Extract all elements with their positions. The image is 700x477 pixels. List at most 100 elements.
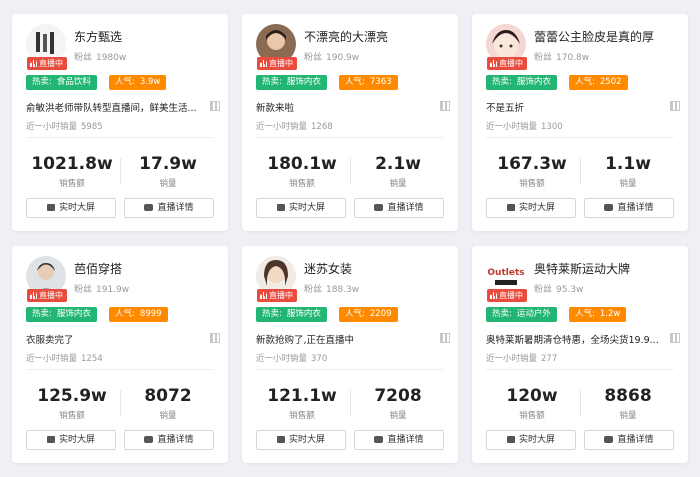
streamer-card[interactable]: 直播中 迷苏女装 粉丝 188.3w 热卖: 服饰内衣 人气: 2209 新款抢购了,… (242, 246, 458, 463)
sales-amount-label: 销售额 (289, 411, 315, 421)
fans-count: 粉丝 95.3w (534, 282, 583, 295)
qr-code-icon[interactable] (670, 333, 680, 343)
sales-volume-value: 2.1w (375, 154, 421, 174)
hot-label: 热卖: (492, 309, 512, 319)
popularity-label: 人气: (115, 309, 135, 319)
popularity-label: 人气: (345, 309, 365, 319)
hot-category-tag: 热卖: 服饰内衣 (256, 307, 327, 322)
streamer-name[interactable]: 奥特莱斯运动大牌 (534, 260, 630, 277)
monitor-icon (46, 204, 55, 211)
live-label: 直播中 (269, 291, 293, 300)
hot-category: 服饰内衣 (516, 77, 551, 87)
hour-sales: 近一小时销量 1254 (26, 352, 103, 364)
live-detail-button[interactable]: 直播详情 (124, 198, 214, 218)
streamer-name[interactable]: 芭佰穿搭 (74, 260, 122, 277)
live-description: 衣服卖完了 (26, 335, 74, 346)
hour-sales-label: 近一小时销量 (26, 122, 78, 132)
divider (26, 137, 214, 138)
popularity-label: 人气: (115, 77, 135, 87)
sales-volume-value: 17.9w (139, 154, 197, 174)
fans-value: 95.3w (556, 285, 584, 295)
hot-category-tag: 热卖: 食品饮料 (26, 75, 97, 90)
streamer-card[interactable]: 直播中 蕾蕾公主脸皮是真的厚 粉丝 170.8w 热卖: 服饰内衣 人气: 2502 … (472, 14, 688, 231)
live-detail-label: 直播详情 (387, 203, 424, 213)
video-icon (374, 436, 384, 443)
live-detail-button[interactable]: 直播详情 (584, 198, 674, 218)
hot-category: 服饰内衣 (56, 309, 91, 319)
monitor-icon (276, 204, 285, 211)
sales-amount-value: 120w (506, 386, 558, 406)
popularity-label: 人气: (575, 77, 595, 87)
sales-amount-stat: 125.9w 销售额 (26, 386, 118, 421)
video-icon (374, 204, 384, 211)
popularity-value: 8999 (139, 309, 162, 319)
popularity-value: 7363 (369, 77, 392, 87)
live-label: 直播中 (499, 59, 523, 68)
realtime-screen-button[interactable]: 实时大屏 (256, 198, 346, 218)
sales-amount-label: 销售额 (519, 179, 545, 189)
popularity-label: 人气: (345, 77, 365, 87)
live-badge: 直播中 (257, 57, 297, 70)
realtime-screen-button[interactable]: 实时大屏 (486, 430, 576, 450)
live-detail-button[interactable]: 直播详情 (584, 430, 674, 450)
fans-label: 粉丝 (74, 285, 93, 295)
sales-amount-label: 销售额 (519, 411, 545, 421)
sales-volume-label: 销量 (159, 179, 177, 189)
sales-amount-stat: 121.1w 销售额 (256, 386, 348, 421)
sales-amount-value: 125.9w (37, 386, 107, 406)
qr-code-icon[interactable] (440, 101, 450, 111)
live-detail-button[interactable]: 直播详情 (124, 430, 214, 450)
popularity-value: 3.9w (139, 77, 161, 87)
monitor-icon (276, 436, 285, 443)
hot-category-tag: 热卖: 服饰内衣 (486, 75, 557, 90)
hot-category: 服饰内衣 (286, 77, 321, 87)
streamer-name[interactable]: 蕾蕾公主脸皮是真的厚 (534, 28, 654, 45)
live-detail-button[interactable]: 直播详情 (354, 198, 444, 218)
qr-code-icon[interactable] (210, 333, 220, 343)
streamer-name[interactable]: 不漂亮的大漂亮 (304, 28, 388, 45)
sales-amount-value: 180.1w (267, 154, 337, 174)
realtime-screen-button[interactable]: 实时大屏 (26, 430, 116, 450)
popularity-tag: 人气: 2502 (569, 75, 628, 90)
fans-value: 170.8w (556, 53, 590, 63)
hour-sales: 近一小时销量 1268 (256, 120, 333, 132)
fans-label: 粉丝 (534, 285, 553, 295)
hour-sales: 近一小时销量 1300 (486, 120, 563, 132)
hour-sales-label: 近一小时销量 (486, 122, 538, 132)
streamer-card[interactable]: 直播中 芭佰穿搭 粉丝 191.9w 热卖: 服饰内衣 人气: 8999 衣服卖完了 … (12, 246, 228, 463)
streamer-name[interactable]: 迷苏女装 (304, 260, 352, 277)
streamer-card[interactable]: 直播中 东方甄选 粉丝 1980w 热卖: 食品饮料 人气: 3.9w 俞敏洪老师带队… (12, 14, 228, 231)
video-icon (144, 204, 154, 211)
streamer-card[interactable]: Outlets 直播中 奥特莱斯运动大牌 粉丝 95.3w 热卖: 运动户外 人气:… (472, 246, 688, 463)
qr-code-icon[interactable] (670, 101, 680, 111)
realtime-screen-button[interactable]: 实时大屏 (256, 430, 346, 450)
divider (486, 369, 674, 370)
live-badge: 直播中 (27, 57, 67, 70)
stat-separator (120, 390, 121, 416)
hot-category-tag: 热卖: 服饰内衣 (256, 75, 327, 90)
sales-volume-value: 8072 (144, 386, 192, 406)
realtime-screen-button[interactable]: 实时大屏 (486, 198, 576, 218)
sales-volume-label: 销量 (389, 411, 407, 421)
live-detail-label: 直播详情 (157, 435, 194, 445)
video-icon (604, 436, 614, 443)
streamer-name[interactable]: 东方甄选 (74, 28, 122, 45)
fans-label: 粉丝 (534, 53, 553, 63)
hot-category: 服饰内衣 (286, 309, 321, 319)
hour-sales-value: 370 (311, 354, 328, 364)
qr-code-icon[interactable] (210, 101, 220, 111)
video-icon (604, 204, 614, 211)
streamer-card[interactable]: 直播中 不漂亮的大漂亮 粉丝 190.9w 热卖: 服饰内衣 人气: 7363 新款来… (242, 14, 458, 231)
fans-count: 粉丝 188.3w (304, 282, 359, 295)
live-detail-label: 直播详情 (157, 203, 194, 213)
live-detail-button[interactable]: 直播详情 (354, 430, 444, 450)
stat-separator (580, 158, 581, 184)
popularity-tag: 人气: 2209 (339, 307, 398, 322)
fans-label: 粉丝 (304, 53, 323, 63)
realtime-screen-button[interactable]: 实时大屏 (26, 198, 116, 218)
qr-code-icon[interactable] (440, 333, 450, 343)
stat-separator (350, 158, 351, 184)
live-description: 俞敏洪老师带队转型直播间，鲜美生活... (26, 103, 197, 114)
live-badge: 直播中 (487, 57, 527, 70)
sales-volume-stat: 1.1w 销量 (582, 154, 674, 189)
